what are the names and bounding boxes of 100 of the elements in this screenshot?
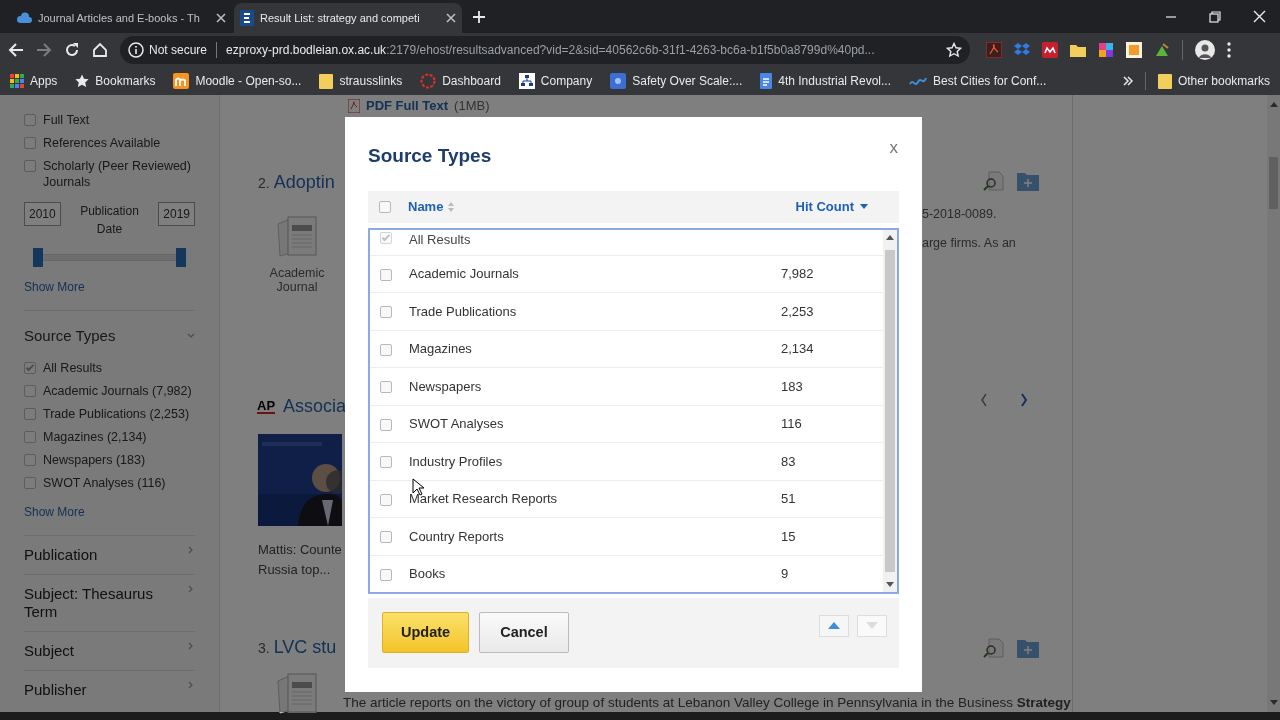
folder-icon[interactable] [1070, 42, 1086, 57]
box-icon[interactable] [1014, 41, 1030, 58]
scrollbar[interactable] [1267, 95, 1280, 712]
document-icon [760, 72, 773, 89]
checkbox[interactable] [24, 430, 36, 443]
source-type-name[interactable]: Industry Profiles [409, 451, 781, 471]
chevron-right-icon[interactable] [187, 641, 195, 650]
previous-icon[interactable] [980, 393, 988, 407]
move-up-button[interactable] [819, 614, 849, 637]
checkbox[interactable] [380, 343, 392, 356]
next-icon[interactable] [1020, 393, 1028, 407]
scrollbar-thumb[interactable] [1269, 157, 1278, 209]
bookmark[interactable]: Best Cities for Conf... [909, 71, 1047, 90]
folder-add-icon[interactable] [1017, 171, 1039, 191]
checkbox[interactable] [380, 381, 392, 394]
facet-heading[interactable]: Subject [24, 641, 75, 660]
checkbox[interactable] [24, 476, 36, 489]
hit-count: 183 [781, 377, 803, 396]
chevron-icon[interactable] [1122, 75, 1133, 86]
reload-icon[interactable] [64, 41, 80, 58]
checkbox[interactable] [379, 200, 391, 213]
checkbox[interactable] [24, 384, 36, 397]
hit-count: 116 [781, 415, 802, 433]
close-icon[interactable] [216, 13, 226, 23]
address-bar[interactable]: Not secure ezproxy-prd.bodleian.ox.ac.uk:2179/ehost/resultsadvanced?vid=2&sid=40562c6b-31f1-4263-bc6a-b1f5b0a8799d%40pd... [120, 35, 970, 64]
slider-handle[interactable] [176, 248, 186, 267]
checkbox[interactable] [24, 137, 36, 149]
checkbox[interactable] [380, 493, 392, 506]
source-type-name[interactable]: Trade Publications [409, 301, 781, 321]
home-icon[interactable] [92, 41, 108, 58]
checkbox[interactable] [380, 268, 392, 281]
folder-add-icon[interactable] [1017, 638, 1039, 658]
video-caption: Russia top... [258, 561, 332, 579]
bookmark[interactable]: Dashboard [420, 71, 501, 90]
checkbox[interactable] [24, 160, 36, 172]
bookmark[interactable]: 4th Industrial Revol... [760, 71, 891, 90]
puzzle-icon[interactable] [1098, 41, 1114, 58]
moodle-icon [173, 72, 190, 89]
browser-tab[interactable]: Journal Articles and E-books - Th [10, 3, 232, 33]
checkbox[interactable] [380, 418, 392, 431]
sort-icon[interactable] [448, 201, 455, 212]
bookmark[interactable]: Apps [10, 71, 58, 90]
section-heading[interactable]: Source Types [24, 325, 116, 348]
bookmark[interactable]: Bookmarks [75, 71, 156, 90]
close-button[interactable]: x [889, 135, 898, 161]
bookmark[interactable]: strausslinks [319, 71, 403, 90]
year-field[interactable]: 2010 [24, 202, 61, 226]
new-tab-icon[interactable] [472, 10, 486, 24]
bookmark[interactable]: Company [518, 71, 593, 90]
menu-icon[interactable] [1227, 41, 1231, 58]
preview-icon[interactable] [983, 171, 1005, 191]
extension-icon[interactable] [1126, 41, 1142, 58]
scrollbar-thumb[interactable] [885, 249, 895, 572]
checkbox[interactable] [24, 407, 36, 420]
caret-icon[interactable] [860, 204, 868, 209]
source-type-name[interactable]: SWOT Analyses [409, 414, 781, 434]
result-number: 2. [258, 174, 270, 193]
facet-heading[interactable]: Publication [24, 545, 98, 564]
source-type-name[interactable]: Magazines [409, 339, 781, 359]
chevron-right-icon[interactable] [187, 680, 195, 689]
source-type-name[interactable]: Market Research Reports [409, 489, 781, 509]
logo-icon [240, 10, 254, 26]
checkbox[interactable] [24, 114, 36, 126]
sort-header[interactable]: Hit Count [795, 196, 854, 217]
source-type-name[interactable]: Newspapers [409, 376, 781, 396]
cancel-button[interactable]: Cancel [479, 611, 569, 654]
back-icon[interactable] [8, 41, 24, 58]
facet-heading[interactable]: Subject: Thesaurus Term [24, 584, 187, 621]
date-label: Publication Date [79, 203, 140, 238]
scrollbar[interactable] [883, 229, 897, 592]
update-button[interactable]: Update [382, 611, 470, 654]
checkbox[interactable] [24, 361, 36, 374]
facet-heading[interactable]: Publisher [24, 680, 87, 699]
year-field[interactable]: 2019 [158, 202, 195, 226]
preview-icon[interactable] [983, 638, 1005, 658]
checkbox[interactable] [380, 568, 392, 581]
browser-tab[interactable]: Result List: strategy and competi [234, 3, 462, 33]
checkbox[interactable] [380, 456, 392, 469]
star-icon[interactable] [946, 41, 962, 58]
checkbox[interactable] [380, 306, 392, 319]
pdf-icon[interactable] [986, 41, 1002, 58]
bookmark[interactable]: Moodle - Open-so... [173, 71, 302, 90]
chevron-right-icon[interactable] [187, 584, 195, 593]
source-type-name[interactable]: Academic Journals [409, 264, 781, 284]
avatar-icon[interactable] [1195, 39, 1215, 60]
chevron-right-icon[interactable] [187, 545, 195, 554]
checkbox[interactable] [24, 453, 36, 466]
journal-icon [274, 214, 320, 260]
slider-handle[interactable] [33, 248, 43, 267]
bookmark[interactable]: Safety Over Scale:... [610, 71, 743, 90]
restore-icon[interactable] [1209, 10, 1221, 23]
close-icon[interactable] [446, 13, 456, 23]
extension-icon[interactable] [1042, 41, 1058, 58]
source-type-name[interactable]: Country Reports [409, 526, 781, 546]
checkbox[interactable] [380, 531, 392, 544]
video-caption: Mattis: Counte [258, 541, 343, 559]
sort-header[interactable]: Name [408, 196, 444, 217]
forward-icon[interactable] [36, 41, 52, 58]
bookmark[interactable]: Other bookmarks [1157, 71, 1270, 90]
source-type-name[interactable]: Books [409, 564, 781, 584]
